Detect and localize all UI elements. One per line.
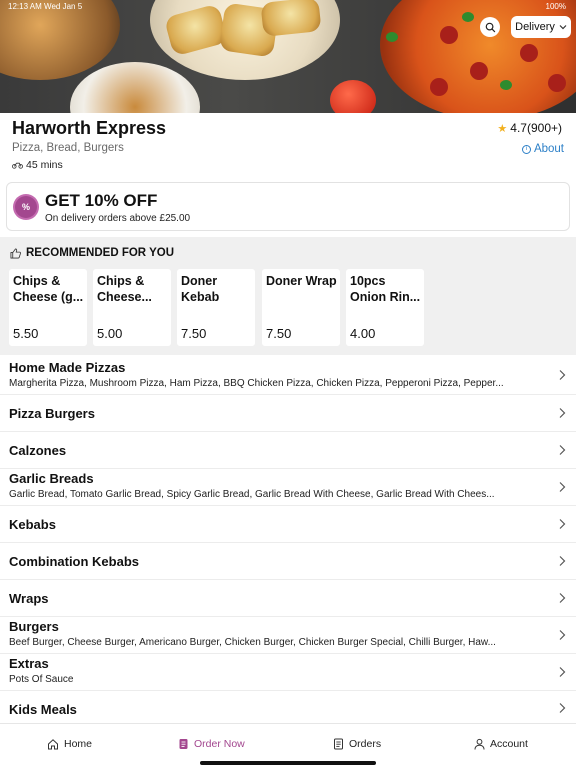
chevron-right-icon (559, 593, 566, 603)
menu-category-name: Wraps (9, 591, 49, 606)
menu-category-name: Extras (9, 656, 49, 671)
pepperoni (548, 74, 566, 92)
promo-title: GET 10% OFF (45, 191, 158, 210)
search-icon (485, 22, 495, 32)
recommended-section: RECOMMENDED FOR YOU Chips & Cheese (g...… (0, 237, 576, 355)
recommended-item-price: 5.50 (13, 326, 39, 341)
recommended-item-card[interactable]: Chips & Cheese (g... 5.50 (9, 269, 87, 346)
menu-category-row[interactable]: Combination Kebabs (0, 543, 576, 580)
recommended-item-price: 7.50 (266, 326, 292, 341)
order-menu-icon (179, 739, 188, 749)
chevron-right-icon (559, 667, 566, 677)
promo-banner[interactable]: % GET 10% OFF On delivery orders above £… (6, 182, 570, 231)
menu-category-row[interactable]: Garlic Breads Garlic Bread, Tomato Garli… (0, 469, 576, 506)
garlic-bread-slice (260, 0, 322, 37)
burger-plate (70, 62, 200, 113)
receipt-icon (334, 738, 343, 750)
menu-category-name: Home Made Pizzas (9, 360, 126, 375)
recommended-item-name: 10pcs Onion Rin... (350, 274, 421, 304)
store-rating: ★ 4.7(900+) (497, 121, 562, 135)
delivery-mode-dropdown[interactable]: Delivery (511, 16, 571, 38)
basil-leaf (386, 32, 398, 42)
nav-home[interactable]: Home (47, 738, 92, 750)
store-name: Harworth Express (12, 118, 167, 138)
menu-category-row[interactable]: Kids Meals (0, 691, 576, 723)
menu-category-items: Pots Of Sauce (9, 674, 74, 685)
discount-badge-icon: % (15, 196, 37, 218)
chevron-right-icon (559, 519, 566, 529)
menu-category-row[interactable]: Home Made Pizzas Margherita Pizza, Mushr… (0, 357, 576, 395)
bike-icon (12, 162, 23, 169)
menu-category-row[interactable]: Kebabs (0, 506, 576, 543)
pepperoni (520, 44, 538, 62)
menu-category-name: Pizza Burgers (9, 406, 95, 421)
chevron-right-icon (559, 408, 566, 418)
menu-category-items: Garlic Bread, Tomato Garlic Bread, Spicy… (9, 489, 495, 500)
recommended-item-card[interactable]: Chips & Cheese... 5.00 (93, 269, 171, 346)
menu-category-items: Margherita Pizza, Mushroom Pizza, Ham Pi… (9, 378, 504, 389)
chevron-down-icon (559, 25, 567, 30)
chevron-right-icon (559, 482, 566, 492)
basil-leaf (500, 80, 512, 90)
user-icon (474, 738, 485, 750)
chevron-right-icon (559, 445, 566, 455)
eta-value: 45 mins (26, 159, 63, 171)
info-icon: i (521, 144, 531, 154)
recommended-item-name: Doner Wrap (266, 274, 337, 288)
chevron-right-icon (559, 703, 566, 713)
menu-category-name: Calzones (9, 443, 67, 458)
chevron-right-icon (559, 630, 566, 640)
recommended-item-name: Chips & Cheese... (97, 274, 152, 304)
menu-category-name: Burgers (9, 619, 59, 634)
menu-category-row[interactable]: Burgers Beef Burger, Cheese Burger, Amer… (0, 617, 576, 654)
menu-category-name: Garlic Breads (9, 471, 94, 486)
recommended-item-card[interactable]: Doner Kebab 7.50 (177, 269, 255, 346)
pepperoni (440, 26, 458, 44)
status-bar-time: 12:13 AM Wed Jan 5 (8, 2, 83, 11)
recommended-item-price: 7.50 (181, 326, 207, 341)
home-indicator (200, 761, 376, 765)
recommended-item-price: 4.00 (350, 326, 376, 341)
menu-category-name: Combination Kebabs (9, 554, 140, 569)
search-button[interactable] (480, 17, 500, 37)
nav-order-now[interactable]: Order Now (178, 738, 245, 750)
thumbs-up-icon (10, 248, 21, 258)
rating-value: 4.7(900+) (510, 121, 562, 135)
recommended-item-price: 5.00 (97, 326, 123, 341)
menu-category-row[interactable]: Pizza Burgers (0, 395, 576, 432)
nav-account[interactable]: Account (474, 738, 528, 750)
menu-category-row[interactable]: Wraps (0, 580, 576, 617)
recommended-item-name: Doner Kebab (181, 274, 220, 304)
menu-category-row[interactable]: Calzones (0, 432, 576, 469)
basil-leaf (462, 12, 474, 22)
status-bar-battery: 100% (545, 2, 566, 11)
chevron-right-icon (559, 556, 566, 566)
promo-subtitle: On delivery orders above £25.00 (45, 213, 191, 224)
pepperoni (470, 62, 488, 80)
pepperoni (430, 78, 448, 96)
store-cuisine: Pizza, Bread, Burgers (12, 142, 124, 154)
about-link[interactable]: i About (521, 143, 564, 155)
delivery-mode-label: Delivery (515, 21, 555, 33)
menu-category-items: Beef Burger, Cheese Burger, Americano Bu… (9, 637, 496, 648)
recommended-item-card[interactable]: Doner Wrap 7.50 (262, 269, 340, 346)
menu-category-name: Kebabs (9, 517, 56, 532)
recommended-title: RECOMMENDED FOR YOU (10, 247, 174, 259)
star-icon: ★ (497, 122, 508, 135)
recommended-item-card[interactable]: 10pcs Onion Rin... 4.00 (346, 269, 424, 346)
chevron-right-icon (559, 370, 566, 380)
menu-category-name: Kids Meals (9, 702, 77, 717)
nav-orders[interactable]: Orders (333, 738, 381, 750)
tomato (330, 80, 376, 113)
menu-category-row[interactable]: Extras Pots Of Sauce (0, 654, 576, 691)
delivery-eta: 45 mins (12, 159, 63, 171)
home-icon (48, 739, 58, 750)
recommended-item-name: Chips & Cheese (g... (13, 274, 84, 304)
about-label: About (533, 143, 564, 155)
